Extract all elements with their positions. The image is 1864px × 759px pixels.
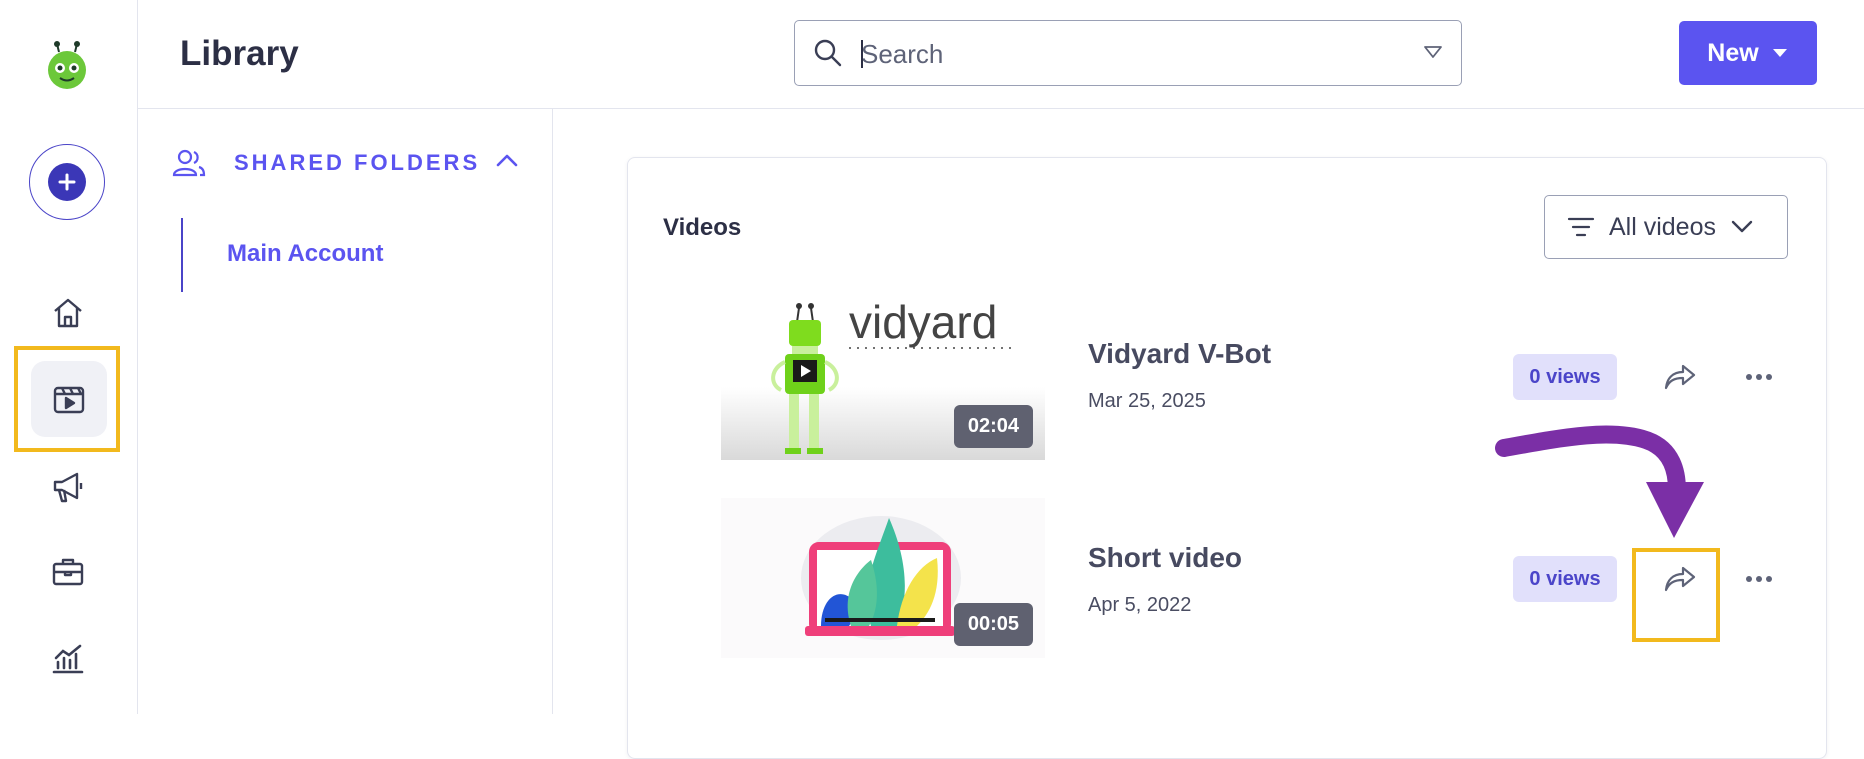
video-title[interactable]: Vidyard V-Bot [1088,338,1271,370]
video-date: Mar 25, 2025 [1088,390,1206,412]
search-box[interactable] [794,20,1462,86]
text-caret [861,40,863,68]
all-videos-filter[interactable]: All videos [1544,195,1788,259]
search-input[interactable] [859,33,1383,75]
duration-badge: 00:05 [953,603,1033,646]
page-title: Library [180,34,299,73]
folder-tree-line [181,218,183,292]
megaphone-icon [53,472,83,503]
home-icon [54,298,82,328]
views-badge[interactable]: 0 views [1513,556,1617,602]
video-thumbnail[interactable]: 00:05 [721,498,1045,658]
chart-icon [52,644,84,674]
top-bar: Library New [137,0,1864,109]
video-title[interactable]: Short video [1088,542,1242,574]
plus-icon [48,163,86,201]
share-icon [1664,364,1696,390]
vidyard-wordmark: vidyard [849,298,997,348]
folder-main-account[interactable]: Main Account [227,240,383,268]
highlight-box-share [1632,548,1720,642]
views-badge[interactable]: 0 views [1513,354,1617,400]
annotation-arrow [1495,425,1704,538]
briefcase-icon [52,558,84,586]
sidebar-item-hubs[interactable] [38,542,98,602]
highlight-box-videos [14,346,120,452]
new-button[interactable]: New [1679,21,1817,85]
more-horizontal-icon [1746,374,1772,380]
shared-users-icon [172,149,206,177]
video-date: Apr 5, 2022 [1088,594,1192,616]
filter-label: All videos [1609,212,1716,241]
share-button[interactable] [1656,353,1704,401]
folders-panel: SHARED FOLDERS Main Account [137,108,553,714]
video-thumbnail[interactable]: vidyard 02:04 [721,298,1045,460]
sidebar-item-campaigns[interactable] [38,457,98,517]
create-button[interactable] [29,144,105,220]
sidebar-item-analytics[interactable] [38,628,98,688]
vidyard-logo[interactable] [44,40,90,90]
search-icon [813,38,843,73]
shared-folders-label: SHARED FOLDERS [234,150,481,175]
more-options-button[interactable] [1735,555,1783,603]
shared-folders-header[interactable]: SHARED FOLDERS [172,148,480,178]
filter-icon [1567,217,1595,237]
search-filter-dropdown-icon[interactable] [1423,45,1443,64]
more-horizontal-icon [1746,576,1772,582]
videos-section-title: Videos [663,214,742,241]
duration-badge: 02:04 [953,405,1033,448]
sidebar-item-home[interactable] [38,283,98,343]
more-options-button[interactable] [1735,353,1783,401]
chevron-up-icon[interactable] [495,152,519,173]
caret-down-icon [1772,49,1787,57]
new-button-label: New [1707,38,1759,67]
chevron-down-icon [1731,220,1753,233]
